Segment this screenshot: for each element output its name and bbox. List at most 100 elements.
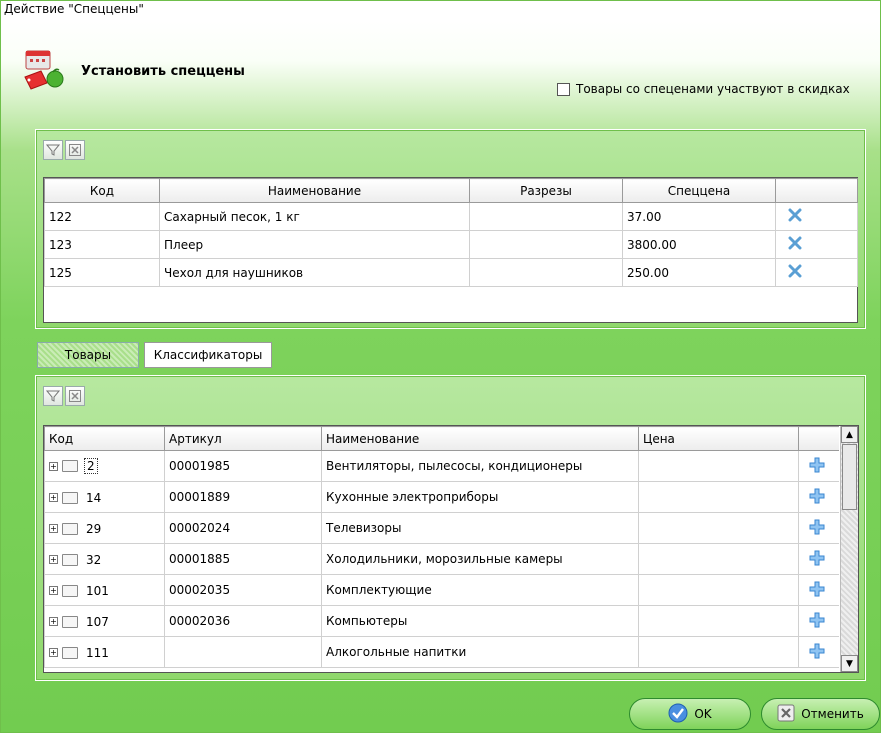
cell-article: 00002036 bbox=[164, 605, 322, 637]
folder-icon bbox=[62, 460, 78, 473]
column-header-actions bbox=[775, 178, 858, 203]
vertical-scrollbar[interactable]: ▲ ▼ bbox=[840, 426, 858, 672]
add-icon[interactable] bbox=[809, 550, 825, 569]
table-row[interactable]: 125 Чехол для наушников 250.00 bbox=[44, 258, 858, 287]
special-prices-panel: Код Наименование Разрезы Спеццена 122 Са… bbox=[35, 129, 866, 329]
cell-name: Компьютеры bbox=[321, 605, 639, 637]
scroll-thumb[interactable] bbox=[842, 444, 857, 510]
delete-row-icon[interactable] bbox=[788, 236, 802, 253]
tab-products[interactable]: Товары bbox=[37, 342, 139, 368]
column-header-actions bbox=[798, 426, 839, 451]
table-row[interactable]: +14 00001889 Кухонные электроприборы bbox=[44, 481, 839, 513]
column-header-code[interactable]: Код bbox=[44, 426, 165, 451]
cell-name: Сахарный песок, 1 кг bbox=[159, 202, 470, 231]
folder-icon bbox=[62, 584, 78, 597]
cell-price: 37.00 bbox=[622, 202, 776, 231]
table-row[interactable]: +107 00002036 Компьютеры bbox=[44, 605, 839, 637]
cell-code: 122 bbox=[44, 202, 160, 231]
cell-article: 00001985 bbox=[164, 450, 322, 482]
expand-icon[interactable]: + bbox=[49, 648, 58, 658]
cell-price bbox=[638, 481, 799, 513]
special-prices-table: Код Наименование Разрезы Спеццена 122 Са… bbox=[43, 177, 858, 323]
column-header-code[interactable]: Код bbox=[44, 178, 160, 203]
filter-button-bottom[interactable] bbox=[43, 386, 63, 406]
special-price-icon bbox=[23, 49, 71, 91]
clear-filter-icon bbox=[69, 144, 81, 156]
cell-code: 2 bbox=[84, 458, 98, 475]
cell-price bbox=[638, 450, 799, 482]
table-row[interactable]: 122 Сахарный песок, 1 кг 37.00 bbox=[44, 202, 858, 231]
filter-button-top[interactable] bbox=[43, 140, 63, 160]
expand-icon[interactable]: + bbox=[49, 461, 58, 471]
expand-icon[interactable]: + bbox=[49, 586, 58, 596]
folder-icon bbox=[62, 553, 78, 566]
delete-row-icon[interactable] bbox=[788, 264, 802, 281]
add-icon[interactable] bbox=[809, 581, 825, 600]
cell-article bbox=[164, 636, 322, 668]
cell-name: Плеер bbox=[159, 230, 470, 259]
discount-checkbox-row[interactable]: Товары со спеценами участвуют в скидках bbox=[557, 82, 850, 96]
cancel-button[interactable]: Отменить bbox=[761, 698, 880, 730]
products-panel: Код Артикул Наименование Цена +2 0000198… bbox=[35, 375, 866, 681]
checkmark-icon bbox=[668, 703, 688, 726]
clear-filter-button-bottom[interactable] bbox=[65, 386, 85, 406]
folder-icon bbox=[62, 646, 78, 659]
cell-article: 00002024 bbox=[164, 512, 322, 544]
add-icon[interactable] bbox=[809, 612, 825, 631]
column-header-cuts[interactable]: Разрезы bbox=[469, 178, 623, 203]
cell-name: Холодильники, морозильные камеры bbox=[321, 543, 639, 575]
cell-cuts bbox=[469, 230, 623, 259]
column-header-name[interactable]: Наименование bbox=[321, 426, 639, 451]
add-icon[interactable] bbox=[809, 457, 825, 476]
cancel-button-label: Отменить bbox=[801, 707, 864, 721]
delete-row-icon[interactable] bbox=[788, 208, 802, 225]
cell-cuts bbox=[469, 202, 623, 231]
cell-name: Кухонные электроприборы bbox=[321, 481, 639, 513]
window-title: Действие "Спеццены" bbox=[4, 2, 144, 16]
column-header-price[interactable]: Цена bbox=[638, 426, 799, 451]
cell-code: 101 bbox=[86, 583, 109, 598]
cell-name: Чехол для наушников bbox=[159, 258, 470, 287]
table-row[interactable]: 123 Плеер 3800.00 bbox=[44, 230, 858, 259]
scroll-up-arrow[interactable]: ▲ bbox=[841, 426, 858, 443]
cell-code: 32 bbox=[86, 552, 102, 567]
cell-article: 00001889 bbox=[164, 481, 322, 513]
cell-article: 00002035 bbox=[164, 574, 322, 606]
add-icon[interactable] bbox=[809, 643, 825, 662]
cell-price bbox=[638, 512, 799, 544]
discount-checkbox[interactable] bbox=[557, 82, 570, 96]
expand-icon[interactable]: + bbox=[49, 555, 58, 565]
table-row[interactable]: +29 00002024 Телевизоры bbox=[44, 512, 839, 544]
column-header-special-price[interactable]: Спеццена bbox=[622, 178, 776, 203]
table-row[interactable]: +111 Алкогольные напитки bbox=[44, 636, 839, 668]
ok-button[interactable]: OK bbox=[629, 698, 751, 730]
action-dialog: Действие "Спеццены" Установить спеццены … bbox=[0, 0, 881, 733]
table-row[interactable]: +101 00002035 Комплектующие bbox=[44, 574, 839, 606]
table-row[interactable]: +2 00001985 Вентиляторы, пылесосы, конди… bbox=[44, 450, 839, 482]
cell-price bbox=[638, 636, 799, 668]
ok-button-label: OK bbox=[694, 707, 712, 721]
expand-icon[interactable]: + bbox=[49, 493, 58, 503]
filter-icon bbox=[46, 390, 60, 402]
column-header-article[interactable]: Артикул bbox=[164, 426, 322, 451]
clear-filter-button-top[interactable] bbox=[65, 140, 85, 160]
table-row[interactable]: +32 00001885 Холодильники, морозильные к… bbox=[44, 543, 839, 575]
cell-price bbox=[638, 574, 799, 606]
add-icon[interactable] bbox=[809, 519, 825, 538]
scroll-down-arrow[interactable]: ▼ bbox=[841, 655, 858, 672]
cell-name: Алкогольные напитки bbox=[321, 636, 639, 668]
cell-code: 111 bbox=[86, 645, 109, 660]
tab-classifiers[interactable]: Классификаторы bbox=[144, 342, 272, 368]
expand-icon[interactable]: + bbox=[49, 524, 58, 534]
add-icon[interactable] bbox=[809, 488, 825, 507]
cell-name: Вентиляторы, пылесосы, кондиционеры bbox=[321, 450, 639, 482]
expand-icon[interactable]: + bbox=[49, 617, 58, 627]
cancel-icon bbox=[777, 704, 795, 725]
cell-price bbox=[638, 605, 799, 637]
column-header-name[interactable]: Наименование bbox=[159, 178, 470, 203]
cell-code: 107 bbox=[86, 614, 109, 629]
filter-icon bbox=[46, 144, 60, 156]
cell-name: Комплектующие bbox=[321, 574, 639, 606]
folder-icon bbox=[62, 491, 78, 504]
cell-code: 29 bbox=[86, 521, 102, 536]
